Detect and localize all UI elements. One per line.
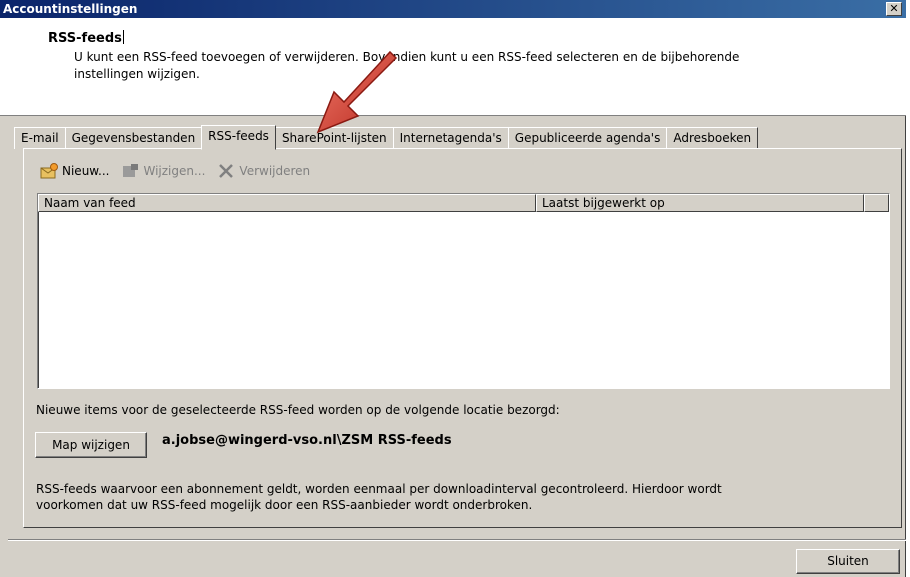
footer-line-1: RSS-feeds waarvoor een abonnement geldt,… [36,482,722,496]
divider [8,539,906,541]
account-settings-dialog: Accountinstellingen ✕ RSS-feeds U kunt e… [0,0,906,577]
tab-data-files[interactable]: Gegevensbestanden [64,127,203,149]
tab-published-calendars[interactable]: Gepubliceerde agenda's [507,127,668,149]
feed-list-header: Naam van feed Laatst bijgewerkt op [38,194,889,212]
tab-internet-calendars[interactable]: Internetagenda's [392,127,509,149]
column-feed-name[interactable]: Naam van feed [38,194,536,212]
footer-line-2: voorkomen dat uw RSS-feed mogelijk door … [36,498,533,512]
new-button[interactable]: Nieuw... [40,163,109,179]
column-filler [864,194,889,212]
delivery-info: Nieuwe items voor de geselecteerde RSS-f… [36,403,560,417]
description-line-1: U kunt een RSS-feed toevoegen of verwijd… [74,50,740,64]
title-bar: Accountinstellingen ✕ [0,0,906,18]
window-title: Accountinstellingen [3,2,138,16]
edit-label: Wijzigen... [143,164,206,178]
footer-info: RSS-feeds waarvoor een abonnement geldt,… [36,481,876,513]
tab-email[interactable]: E-mail [14,127,66,149]
close-icon[interactable]: ✕ [886,2,902,16]
description-line-2: instellingen wijzigen. [74,67,200,81]
new-label: Nieuw... [62,164,110,178]
close-button-label: Sluiten [827,554,869,568]
change-folder-label: Map wijzigen [52,438,130,452]
delivery-folder-path: a.jobse@wingerd-vso.nl\ZSM RSS-feeds [162,433,452,448]
edit-icon [123,164,139,177]
page-title: RSS-feeds [48,30,124,46]
rss-new-icon [40,163,58,179]
tab-rss-feeds[interactable]: RSS-feeds [201,125,276,150]
toolbar: Nieuw... Wijzigen... Verwijderen [40,160,310,182]
change-folder-button[interactable]: Map wijzigen [35,432,147,458]
feed-list[interactable]: Naam van feed Laatst bijgewerkt op [37,193,890,389]
delete-label: Verwijderen [239,164,311,178]
edit-button[interactable]: Wijzigen... [121,163,205,179]
delete-button[interactable]: Verwijderen [217,163,310,179]
red-arrow-icon [316,50,398,134]
tab-address-books[interactable]: Adresboeken [666,127,759,149]
header-description: U kunt een RSS-feed toevoegen of verwijd… [74,49,864,83]
delete-x-icon [219,164,234,178]
close-button[interactable]: Sluiten [796,549,900,574]
column-last-updated[interactable]: Laatst bijgewerkt op [536,194,864,212]
